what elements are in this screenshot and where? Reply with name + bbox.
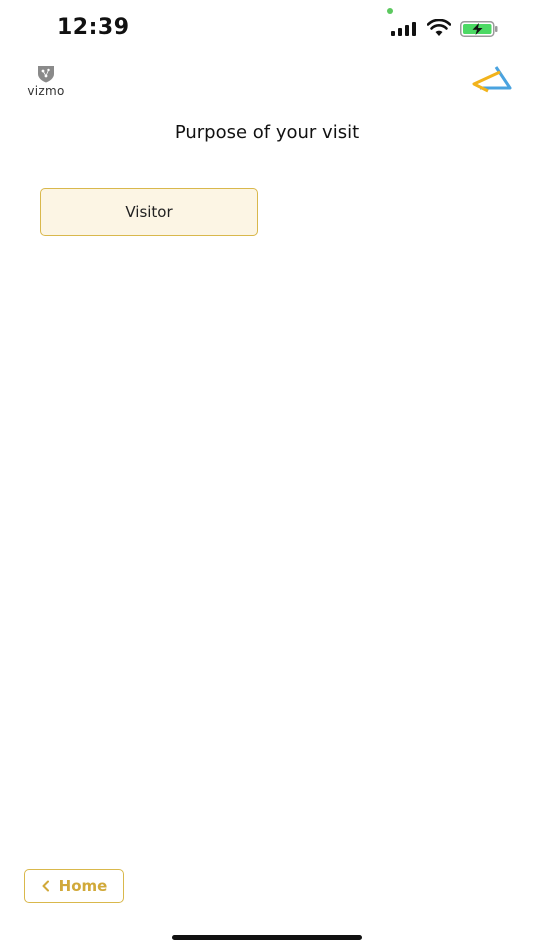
triangle-brand-logo-icon <box>472 66 512 93</box>
vizmo-shield-logo-icon <box>38 66 54 83</box>
option-label: Visitor <box>125 203 173 221</box>
chevron-left-icon <box>42 880 49 892</box>
status-time: 12:39 <box>57 15 130 40</box>
battery-charging-icon <box>460 21 498 37</box>
privacy-indicator-dot <box>387 8 393 14</box>
vizmo-logo: vizmo <box>24 63 68 103</box>
status-bar: 12:39 <box>0 0 534 56</box>
home-indicator[interactable] <box>172 935 362 940</box>
visitor-option-button[interactable]: Visitor <box>40 188 258 236</box>
app-header: vizmo <box>0 56 534 106</box>
home-button[interactable]: Home <box>24 869 124 903</box>
vizmo-logo-text: vizmo <box>27 84 65 98</box>
home-button-label: Home <box>58 877 108 895</box>
signal-icon <box>391 22 419 36</box>
wifi-icon <box>427 19 451 36</box>
page-title: Purpose of your visit <box>174 122 360 143</box>
